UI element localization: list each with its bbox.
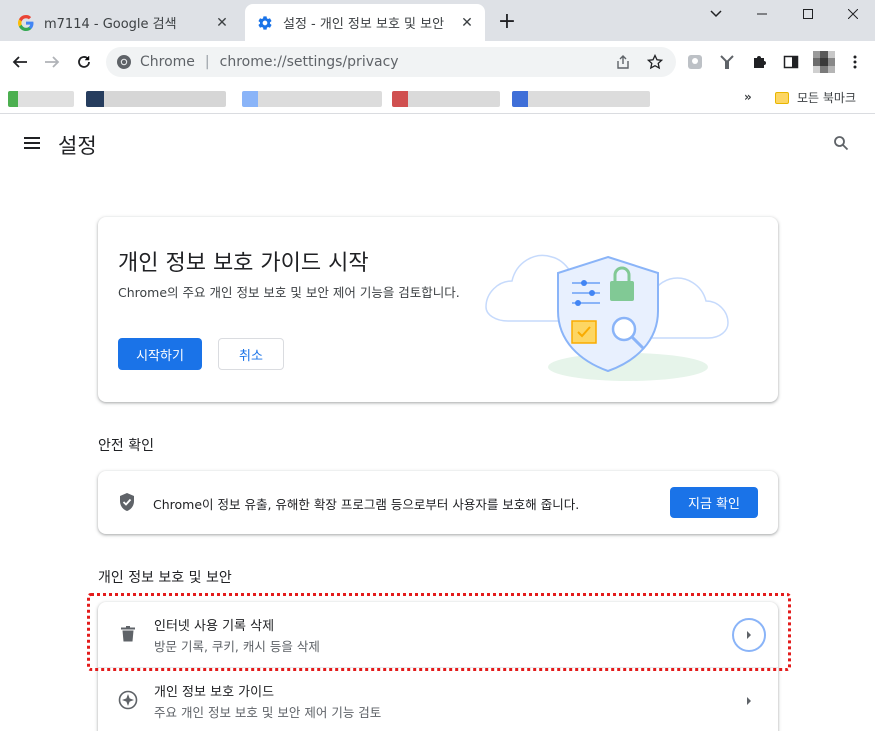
side-panel-icon[interactable] [782,53,800,71]
search-icon[interactable] [833,135,851,153]
share-icon[interactable] [614,53,632,71]
chrome-icon [116,54,132,70]
folder-label: 모든 북마크 [797,91,857,105]
chevron-right-icon[interactable] [732,684,766,718]
page-title: 설정 [58,134,97,158]
safety-check-description: Chrome이 정보 유출, 유해한 확장 프로그램 등으로부터 사용자를 보호… [153,497,580,512]
tab-title: 설정 - 개인 정보 보호 및 보안 [283,17,445,32]
row-title: 인터넷 사용 기록 삭제 [154,619,275,634]
bookmark-item-blurred[interactable] [512,91,650,107]
url-text: chrome://settings/privacy [219,54,399,70]
all-bookmarks-folder[interactable]: 모든 북마크 [775,89,856,106]
shield-check-icon [118,492,136,512]
tab-search-chevron-icon[interactable] [693,0,739,28]
address-bar[interactable]: Chrome | chrome://settings/privacy [106,47,676,77]
row-subtitle: 주요 개인 정보 보호 및 보안 제어 기능 검토 [154,705,382,720]
promo-title: 개인 정보 보호 가이드 시작 [118,251,369,276]
bookmark-item-blurred[interactable] [392,91,500,107]
menu-kebab-icon[interactable] [846,53,864,71]
tab-settings[interactable]: 설정 - 개인 정보 보호 및 보안 ✕ [245,4,485,41]
bookmark-item-blurred[interactable] [86,91,226,107]
minimize-button[interactable] [739,0,785,28]
chevron-right-icon[interactable] [732,618,766,652]
extension-tool-icon[interactable] [718,53,736,71]
clear-browsing-data-row[interactable]: 인터넷 사용 기록 삭제 방문 기록, 쿠키, 캐시 등을 삭제 [98,602,778,666]
start-guide-button[interactable]: 시작하기 [118,338,202,370]
close-window-button[interactable] [830,0,875,28]
row-title: 개인 정보 보호 가이드 [154,685,275,700]
gear-icon [257,15,273,31]
divider: | [204,54,210,70]
check-now-button[interactable]: 지금 확인 [670,487,758,518]
tab-google-search[interactable]: m7114 - Google 검색 ✕ [8,4,240,41]
forward-button[interactable] [41,51,63,73]
privacy-guide-row[interactable]: 개인 정보 보호 가이드 주요 개인 정보 보호 및 보안 제어 기능 검토 [98,667,778,731]
cancel-button[interactable]: 취소 [218,338,284,370]
privacy-security-card: 인터넷 사용 기록 삭제 방문 기록, 쿠키, 캐시 등을 삭제 개인 정보 보… [98,602,778,731]
bookmark-item-blurred[interactable] [8,91,74,107]
hamburger-menu-icon[interactable] [24,137,40,152]
close-tab-icon[interactable]: ✕ [212,13,232,33]
reload-button[interactable] [73,51,95,73]
bookmark-star-icon[interactable] [646,53,664,71]
privacy-shield-illustration [478,237,748,387]
new-tab-button[interactable]: + [496,11,518,34]
promo-description: Chrome의 주요 개인 정보 보호 및 보안 제어 기능을 검토합니다. [118,285,460,300]
privacy-security-heading: 개인 정보 보호 및 보안 [98,570,232,586]
maximize-button[interactable] [785,0,831,28]
safety-check-heading: 안전 확인 [98,438,154,454]
safety-check-card: Chrome이 정보 유출, 유해한 확장 프로그램 등으로부터 사용자를 보호… [98,471,778,534]
profile-avatar[interactable] [812,51,836,73]
compass-icon [118,690,138,710]
back-button[interactable] [9,51,31,73]
privacy-guide-promo-card: 개인 정보 보호 가이드 시작 Chrome의 주요 개인 정보 보호 및 보안… [98,217,778,402]
tab-strip: m7114 - Google 검색 ✕ 설정 - 개인 정보 보호 및 보안 ✕… [0,0,875,41]
close-tab-icon[interactable]: ✕ [457,13,477,33]
bookmarks-bar: » 모든 북마크 [0,84,875,114]
bookmarks-overflow-button[interactable]: » [744,90,752,104]
row-subtitle: 방문 기록, 쿠키, 캐시 등을 삭제 [154,639,320,654]
puzzle-icon[interactable] [750,53,768,71]
bookmark-item-blurred[interactable] [242,91,382,107]
extension-icon[interactable] [686,53,704,71]
settings-header: 설정 [0,115,875,171]
tab-title: m7114 - Google 검색 [44,17,177,32]
browser-toolbar: Chrome | chrome://settings/privacy [0,41,875,84]
site-chip-label: Chrome [140,54,195,70]
google-g-icon [18,14,34,31]
site-info-chip[interactable]: Chrome [116,54,195,70]
trash-icon [118,624,138,644]
folder-icon [775,91,789,104]
